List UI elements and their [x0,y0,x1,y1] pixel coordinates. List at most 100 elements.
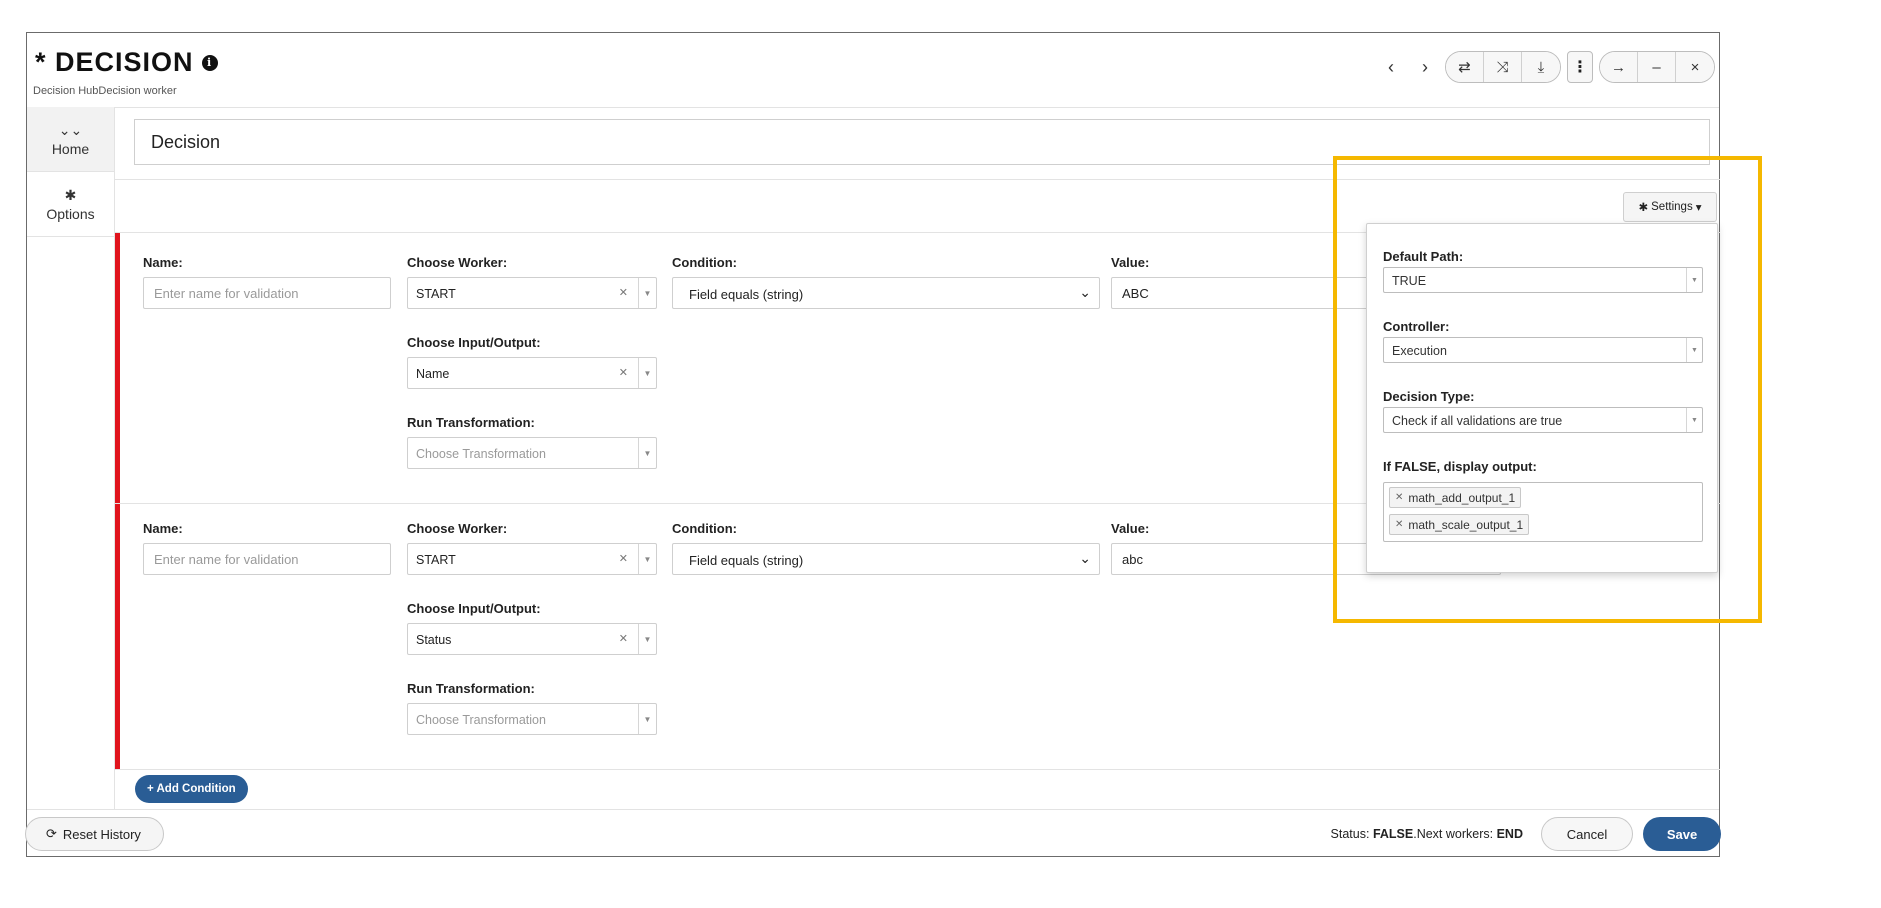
swap-icon[interactable]: ⇄ [1446,52,1484,82]
title-divider [115,179,1720,180]
condition-select-value: Field equals (string) [689,287,804,302]
settings-panel: Default Path: TRUE ▼ Controller: Executi… [1366,223,1718,573]
prev-arrow-icon[interactable]: ‹ [1377,57,1405,78]
transformation-label: Run Transformation: [407,415,535,430]
sidebar: ⌄⌄ Home ✱ Options [27,107,115,809]
worker-label: Choose Worker: [407,521,508,536]
default-path-select[interactable]: TRUE ▼ [1383,267,1703,293]
remove-tag-icon[interactable]: ✕ [1395,492,1403,503]
window-buttons-pill: → – × [1599,51,1715,83]
next-workers-value: END [1496,827,1523,841]
controller-select[interactable]: Execution ▼ [1383,337,1703,363]
refresh-icon: ⟳ [46,826,57,841]
worker-select-value: START [416,553,456,567]
close-icon[interactable]: × [1676,52,1714,82]
decision-title-input[interactable]: Decision [134,119,1710,165]
validation-name-input[interactable]: Enter name for validation [143,543,391,575]
invalid-indicator [115,504,120,769]
worker-select[interactable]: START ✕ ▼ [407,543,657,575]
sidebar-item-label: Options [46,205,95,222]
io-label: Choose Input/Output: [407,601,541,616]
condition-select-value: Field equals (string) [689,553,804,568]
io-select[interactable]: Status ✕ ▼ [407,623,657,655]
dropdown-arrow-icon[interactable]: ▼ [638,358,656,388]
io-select[interactable]: Name ✕ ▼ [407,357,657,389]
controller-label: Controller: [1383,319,1450,334]
condition-select[interactable]: Field equals (string) ⌄ [672,543,1100,575]
window-header: * DECISION i Decision HubDecision worker… [27,33,1719,107]
clear-icon[interactable]: ✕ [619,366,628,379]
status-prefix: Status: [1330,827,1373,841]
output-tag-label: math_scale_output_1 [1408,517,1524,532]
reset-history-label: Reset History [62,826,141,842]
cancel-button[interactable]: Cancel [1541,817,1633,851]
decision-type-value: Check if all validations are true [1392,414,1563,428]
next-workers-prefix: .Next workers: [1413,827,1497,841]
toolbar-pill: ⇄ ⤨ ⤓ [1445,51,1561,83]
validation-name-input[interactable]: Enter name for validation [143,277,391,309]
output-tag: ✕ math_add_output_1 [1389,487,1522,508]
save-button[interactable]: Save [1643,817,1721,851]
controller-value: Execution [1392,344,1447,358]
breadcrumb: Decision HubDecision worker [33,85,177,97]
footer-bar: ⟳ Reset History Status: FALSE.Next worke… [25,809,1721,858]
transformation-select[interactable]: Choose Transformation ▼ [407,703,657,735]
clear-icon[interactable]: ✕ [619,552,628,565]
worker-label: Choose Worker: [407,255,508,270]
condition-divider [115,769,1720,770]
decision-type-select[interactable]: Check if all validations are true ▼ [1383,407,1703,433]
page-title: * DECISION i [35,47,218,78]
dropdown-arrow-icon[interactable]: ▼ [1686,338,1702,362]
transformation-placeholder: Choose Transformation [416,447,546,461]
page-title-text: * DECISION [35,47,194,77]
invalid-indicator [115,233,120,503]
settings-button[interactable]: ✱ Settings ▾ [1623,192,1717,222]
gear-icon: ✱ [64,186,77,203]
shuffle-icon[interactable]: ⤨ [1484,52,1522,82]
name-label: Name: [143,255,183,270]
transformation-label: Run Transformation: [407,681,535,696]
info-icon[interactable]: i [201,54,218,71]
clear-icon[interactable]: ✕ [619,286,628,299]
dropdown-arrow-icon[interactable]: ▼ [638,704,656,734]
caret-down-icon: ▾ [1695,202,1702,214]
value-label: Value: [1111,255,1150,270]
condition-select[interactable]: Field equals (string) ⌄ [672,277,1100,309]
dropdown-arrow-icon[interactable]: ▼ [638,438,656,468]
remove-tag-icon[interactable]: ✕ [1395,519,1403,530]
clear-icon[interactable]: ✕ [619,632,628,645]
condition-label: Condition: [672,521,737,536]
add-condition-button[interactable]: + Add Condition [135,775,248,803]
condition-label: Condition: [672,255,737,270]
next-arrow-icon[interactable]: › [1411,57,1439,78]
dropdown-arrow-icon[interactable]: ▼ [1686,408,1702,432]
output-tag: ✕ math_scale_output_1 [1389,514,1530,535]
sidebar-item-label: Home [51,140,90,157]
dropdown-arrow-icon[interactable]: ▼ [1686,268,1702,292]
chevron-down-icon: ⌄ [1079,284,1091,300]
worker-select[interactable]: START ✕ ▼ [407,277,657,309]
io-select-value: Status [416,633,452,647]
transformation-select[interactable]: Choose Transformation ▼ [407,437,657,469]
io-select-value: Name [416,367,450,381]
default-path-value: TRUE [1392,274,1427,288]
dropdown-arrow-icon[interactable]: ▼ [638,544,656,574]
dropdown-arrow-icon[interactable]: ▼ [638,278,656,308]
status-value: FALSE [1372,827,1414,841]
dropdown-arrow-icon[interactable]: ▼ [638,624,656,654]
false-output-label: If FALSE, display output: [1383,459,1537,474]
settings-button-label: Settings [1651,201,1693,213]
default-path-label: Default Path: [1383,249,1464,264]
decision-type-label: Decision Type: [1383,389,1475,404]
download-icon[interactable]: ⤓ [1522,52,1560,82]
minimize-icon[interactable]: – [1638,52,1676,82]
reset-history-button[interactable]: ⟳ Reset History [25,817,164,851]
sidebar-item-options[interactable]: ✱ Options [27,172,114,237]
transformation-placeholder: Choose Transformation [416,713,546,727]
false-output-multiselect[interactable]: ✕ math_add_output_1 ✕ math_scale_output_… [1383,482,1703,542]
window-controls: ‹ › ⇄ ⤨ ⤓ ⋮ → – × [1377,51,1715,83]
forward-icon[interactable]: → [1600,52,1638,82]
io-label: Choose Input/Output: [407,335,541,350]
sidebar-item-home[interactable]: ⌄⌄ Home [27,107,114,172]
more-options-icon[interactable]: ⋮ [1567,51,1593,83]
